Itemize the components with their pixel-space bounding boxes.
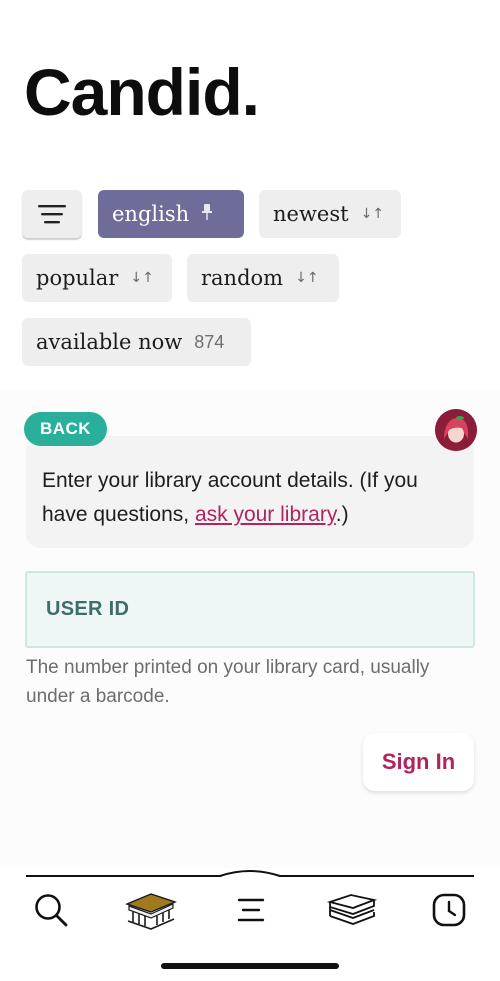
available-count-badge: 874 <box>194 331 225 352</box>
tab-library[interactable] <box>122 888 178 932</box>
filter-chip-popular[interactable]: popular ↓↑ <box>22 254 172 302</box>
books-stack-icon <box>327 894 377 925</box>
user-id-label: USER ID <box>46 598 130 620</box>
instructions-message: Enter your library account details. (If … <box>26 436 474 548</box>
tab-shelf[interactable] <box>326 888 378 932</box>
sort-arrows-icon: ↓↑ <box>130 270 154 286</box>
chip-label: newest <box>273 202 349 226</box>
tab-search[interactable] <box>26 888 76 932</box>
chip-label: random <box>201 266 284 290</box>
user-id-field[interactable]: USER ID <box>25 571 475 648</box>
chip-label: popular <box>36 266 119 290</box>
ask-your-library-link[interactable]: ask your library <box>195 503 336 526</box>
filter-chip-newest[interactable]: newest ↓↑ <box>259 190 401 238</box>
filter-chip-english[interactable]: english <box>98 190 244 238</box>
sort-arrows-icon: ↓↑ <box>360 206 385 222</box>
menu-lines-icon <box>237 898 265 922</box>
tab-history[interactable] <box>424 888 474 932</box>
chip-label: available now <box>36 330 183 354</box>
sign-in-button[interactable]: Sign In <box>363 733 474 791</box>
pin-icon <box>201 203 213 225</box>
sort-arrows-icon: ↓↑ <box>295 270 319 286</box>
message-text-after: .) <box>335 503 349 526</box>
home-indicator <box>161 963 339 969</box>
app-title: Candid. <box>24 55 260 129</box>
search-icon <box>35 894 68 927</box>
chip-label: english <box>112 202 190 226</box>
library-building-icon <box>125 893 177 930</box>
filter-chip-random[interactable]: random ↓↑ <box>187 254 339 302</box>
clock-icon <box>432 893 466 927</box>
library-avatar-icon <box>435 409 477 451</box>
tabbar-divider <box>26 870 474 877</box>
user-id-hint: The number printed on your library card,… <box>26 657 430 707</box>
hamburger-icon <box>38 205 66 224</box>
filter-chip-available-now[interactable]: available now 874 <box>22 318 251 366</box>
tab-menu[interactable] <box>226 888 276 932</box>
back-button[interactable]: BACK <box>24 412 107 446</box>
filter-menu-button[interactable] <box>22 190 82 238</box>
